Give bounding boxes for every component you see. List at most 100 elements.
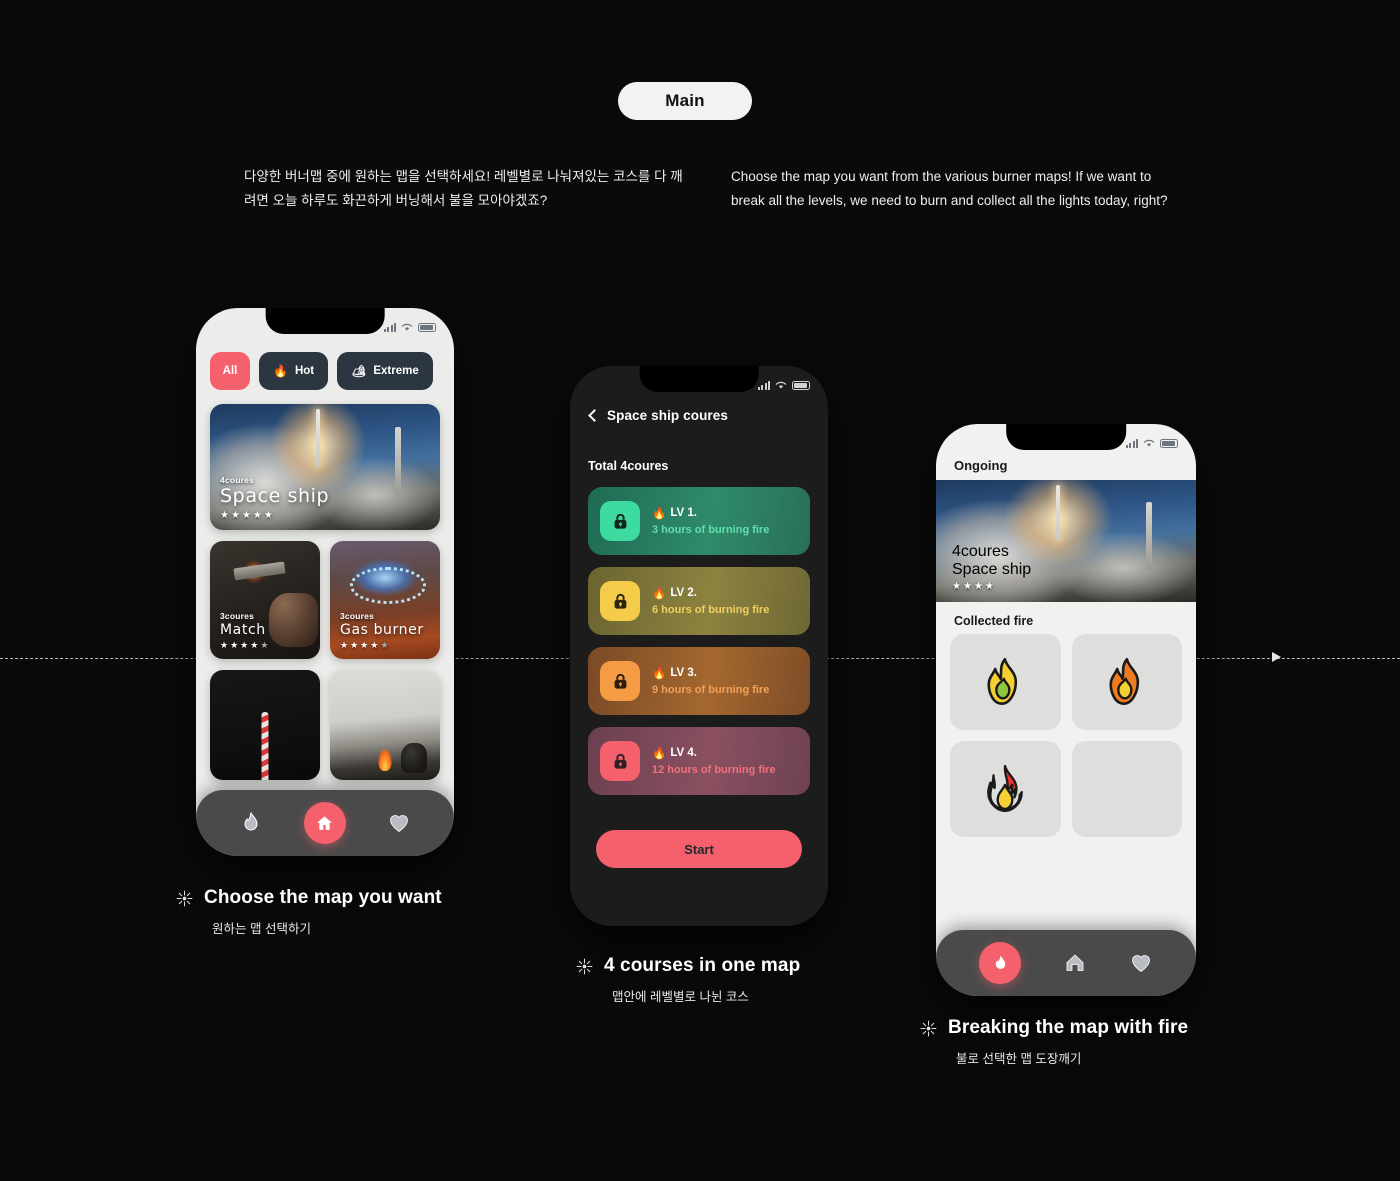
level-desc: 9 hours of burning fire [652, 684, 770, 696]
guideline-arrow-icon [1272, 652, 1281, 662]
phone-mockup-map-list: All 🔥 Hot 🏕 Extreme 4coures Space ship ★… [196, 308, 454, 856]
map-card-title: Gas burner [340, 621, 424, 638]
signal-icon [383, 322, 396, 332]
phone3-statusbar [1125, 438, 1178, 448]
level-name: 🔥 LV 3. [652, 667, 697, 680]
course-nav-header: Space ship coures [588, 408, 810, 423]
map-card-coures: 3coures [340, 610, 375, 621]
battery-icon [418, 322, 436, 332]
caption-subtitle: 맵안에 레벨별로 나뉜 코스 [612, 990, 749, 1004]
hero-rating: ★ ★ ★ ★ [952, 581, 994, 592]
map-card-rating: ★ ★ ★ ★ ★ [340, 640, 389, 650]
description-korean: 다양한 버너맵 중에 원하는 맵을 선택하세요! 레벨별로 나눠져있는 코스를 … [244, 169, 683, 208]
phone1-tabbar [196, 790, 454, 856]
caption-title: Choose the map you want [204, 887, 442, 908]
level-card-4[interactable]: 🔥 LV 4. 12 hours of burning fire [588, 727, 810, 795]
filter-chip-all[interactable]: All [210, 352, 250, 390]
lock-icon [600, 661, 640, 701]
ongoing-hero-card[interactable]: 4coures Space ship ★ ★ ★ ★ [936, 480, 1196, 602]
caption-breaking-map: Breaking the map with fire 불로 선택한 맵 도장깨기 [920, 1017, 1188, 1067]
filter-chip-row: All 🔥 Hot 🏕 Extreme [210, 352, 440, 390]
map-card-coures: 4coures [220, 475, 255, 486]
fire-slot-2[interactable] [1071, 634, 1182, 730]
fire-slot-1[interactable] [950, 634, 1061, 730]
description-english: Choose the map you want from the various… [731, 169, 1168, 208]
level-desc: 12 hours of burning fire [652, 764, 776, 776]
tab-home-icon[interactable] [1063, 951, 1087, 975]
phone1-notch [265, 308, 385, 334]
signal-icon [757, 380, 770, 390]
tab-heart-icon[interactable] [387, 811, 411, 835]
map-card-title: Space ship [220, 485, 330, 508]
flame-emoji-icon: 🔥 [652, 668, 667, 680]
battery-icon [792, 380, 810, 390]
course-nav-title: Space ship coures [607, 408, 728, 423]
level-name: 🔥 LV 1. [652, 507, 697, 520]
phone2-statusbar [757, 380, 810, 390]
lock-icon [600, 501, 640, 541]
flame-red-big-icon [987, 764, 1024, 813]
lock-icon [600, 741, 640, 781]
level-card-3[interactable]: 🔥 LV 3. 9 hours of burning fire [588, 647, 810, 715]
sparkle-icon [920, 1020, 937, 1036]
flame-yellow-green-icon [987, 657, 1018, 705]
map-card-candle[interactable] [210, 670, 320, 780]
back-chevron-icon[interactable] [588, 409, 601, 422]
map-card-rating: ★ ★ ★ ★ ★ [220, 510, 273, 521]
level-card-2[interactable]: 🔥 LV 2. 6 hours of burning fire [588, 567, 810, 635]
flame-emoji-icon: 🔥 [652, 748, 667, 760]
caption-title: 4 courses in one map [604, 955, 801, 976]
hero-title: Space ship [952, 561, 1032, 578]
caption-subtitle: 불로 선택한 맵 도장깨기 [956, 1052, 1082, 1066]
fire-slot-4-empty[interactable] [1071, 741, 1182, 837]
lock-icon [600, 581, 640, 621]
candle-photo [210, 670, 320, 780]
tab-flame-icon[interactable] [239, 811, 263, 835]
filter-chip-all-label: All [222, 365, 238, 377]
fire-emoji-icon: 🔥 [273, 364, 288, 378]
main-title-pill: Main [618, 82, 752, 120]
level-card-1[interactable]: 🔥 LV 1. 3 hours of burning fire [588, 487, 810, 555]
level-desc: 6 hours of burning fire [652, 604, 770, 616]
bonfire-photo [330, 670, 440, 780]
tab-flame-button[interactable] [979, 942, 1021, 984]
wifi-icon [401, 323, 413, 331]
ongoing-header: Ongoing [954, 458, 1008, 473]
filter-chip-hot[interactable]: 🔥 Hot [259, 352, 329, 390]
fire-slot-3[interactable] [950, 741, 1061, 837]
map-card-space-ship[interactable]: 4coures Space ship ★ ★ ★ ★ ★ [210, 404, 440, 530]
flame-orange-icon [1109, 657, 1139, 705]
flame-emoji-icon: 🔥 [652, 508, 667, 520]
map-card-gas-burner[interactable]: 3coures Gas burner ★ ★ ★ ★ ★ [330, 541, 440, 659]
level-name: 🔥 LV 4. [652, 747, 697, 760]
caption-choose-map: Choose the map you want 원하는 맵 선택하기 [176, 887, 442, 937]
filter-chip-extreme[interactable]: 🏕 Extreme [337, 352, 433, 390]
phone1-statusbar [383, 322, 436, 332]
hero-coures: 4coures [952, 543, 1009, 560]
map-card-bonfire[interactable] [330, 670, 440, 780]
level-name: 🔥 LV 2. [652, 587, 697, 600]
map-card-match[interactable]: 3coures Match ★ ★ ★ ★ ★ [210, 541, 320, 659]
flame-emoji-icon: 🔥 [652, 588, 667, 600]
course-total-label: Total 4coures [588, 459, 669, 473]
phone2-notch [639, 366, 759, 392]
map-card-rating: ★ ★ ★ ★ ★ [220, 640, 269, 650]
caption-subtitle: 원하는 맵 선택하기 [212, 922, 311, 936]
tab-home-button[interactable] [303, 802, 346, 844]
phone3-notch [1006, 424, 1126, 450]
wifi-icon [1143, 439, 1155, 447]
level-desc: 3 hours of burning fire [652, 524, 770, 536]
tab-heart-icon[interactable] [1129, 951, 1153, 975]
battery-icon [1160, 438, 1178, 448]
caption-title: Breaking the map with fire [948, 1017, 1189, 1038]
phone-mockup-course-list: Space ship coures Total 4coures 🔥 LV 1. … [570, 366, 828, 926]
map-card-coures: 3coures [220, 610, 255, 621]
caption-four-courses: 4 courses in one map 맵안에 레벨별로 나뉜 코스 [576, 955, 800, 1005]
wifi-icon [775, 381, 787, 389]
filter-chip-extreme-label: Extreme [373, 365, 419, 377]
phone-mockup-ongoing: Ongoing 4coures Space ship ★ ★ ★ ★ Collecte… [936, 424, 1196, 996]
start-button[interactable]: Start [596, 830, 802, 868]
sparkle-icon [576, 958, 593, 974]
phone3-tabbar [936, 930, 1196, 996]
signal-icon [1125, 438, 1138, 448]
